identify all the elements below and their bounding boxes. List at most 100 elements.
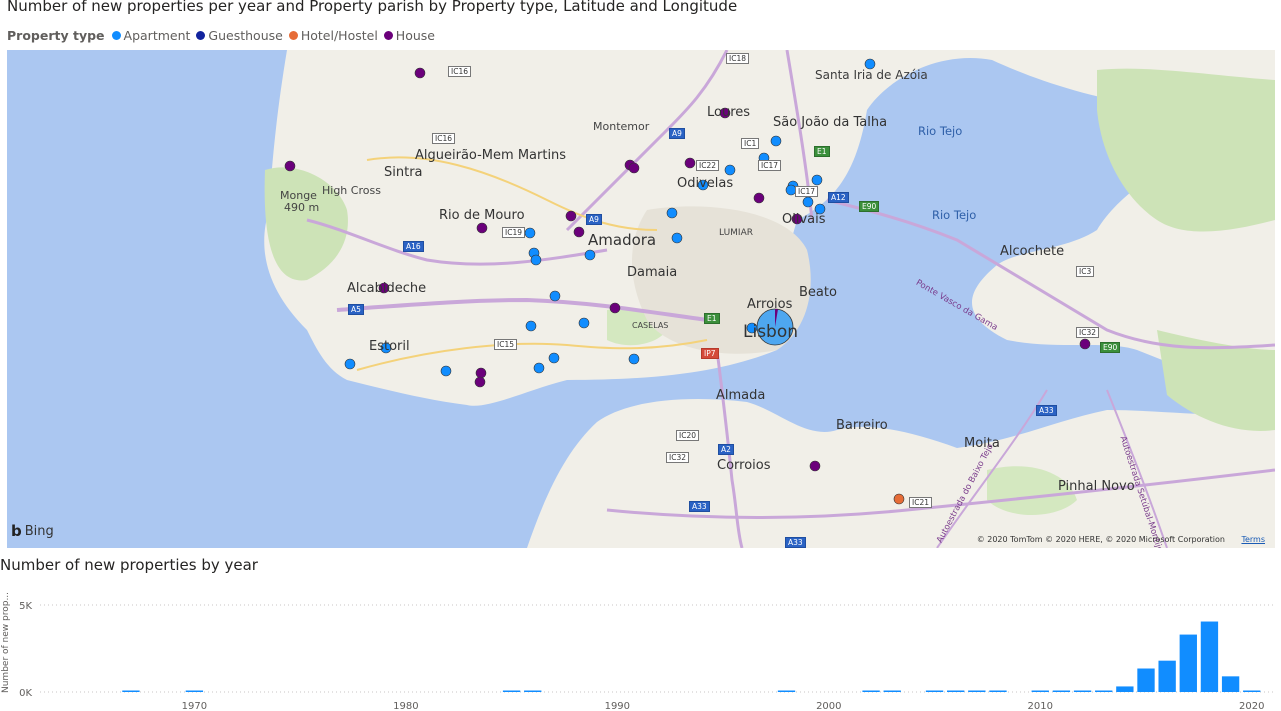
road-shield: A9 bbox=[669, 128, 685, 139]
place-sintra: Sintra bbox=[384, 165, 423, 180]
legend-item-apartment[interactable]: Apartment bbox=[111, 27, 191, 43]
place-corroios: Corroios bbox=[717, 458, 771, 473]
map-attribution: © 2020 TomTom © 2020 HERE, © 2020 Micros… bbox=[976, 535, 1225, 544]
bar-2010[interactable] bbox=[1031, 690, 1049, 693]
bar-2019[interactable] bbox=[1221, 676, 1240, 692]
road-shield: IC1 bbox=[741, 138, 760, 149]
place-barreiro: Barreiro bbox=[836, 418, 888, 433]
bar-1967[interactable] bbox=[122, 690, 140, 693]
road-shield: IC3 bbox=[1076, 266, 1095, 277]
bar-2002[interactable] bbox=[862, 690, 880, 693]
place-caselas: CASELAS bbox=[632, 321, 669, 330]
road-shield: IC15 bbox=[494, 339, 517, 350]
road-shield: IC16 bbox=[432, 133, 455, 144]
place-amadora: Amadora bbox=[588, 231, 657, 249]
place-estoril: Estoril bbox=[369, 339, 410, 354]
x-tick-label: 2000 bbox=[816, 701, 841, 711]
bar-2013[interactable] bbox=[1095, 690, 1113, 693]
road-shield: E1 bbox=[814, 146, 830, 157]
bar-1970[interactable] bbox=[185, 690, 204, 693]
bar-2005[interactable] bbox=[925, 690, 944, 693]
terms-link[interactable]: Terms bbox=[1241, 535, 1265, 544]
bubble bbox=[671, 232, 683, 244]
bar-2006[interactable] bbox=[947, 690, 965, 693]
place-algueirao: Algueirão-Mem Martins bbox=[415, 148, 567, 163]
bubble bbox=[628, 353, 640, 365]
road-shield: A5 bbox=[348, 304, 364, 315]
x-tick-label: 2020 bbox=[1239, 701, 1264, 711]
place-montemor: Montemor bbox=[593, 120, 650, 133]
place-alcochete: Alcochete bbox=[1000, 244, 1065, 259]
road-shield: IC17 bbox=[795, 186, 818, 197]
bar-2012[interactable] bbox=[1073, 690, 1092, 693]
place-high-cross: High Cross bbox=[322, 184, 381, 197]
bubble bbox=[609, 302, 621, 314]
bar-2020[interactable] bbox=[1243, 690, 1261, 693]
bar-2007[interactable] bbox=[968, 690, 986, 693]
place-rio-de-mouro: Rio de Mouro bbox=[439, 208, 525, 223]
bar-1986[interactable] bbox=[524, 690, 542, 693]
bing-logo: b Bing bbox=[11, 522, 54, 540]
bar-2015[interactable] bbox=[1137, 668, 1155, 692]
road-shield: A9 bbox=[586, 214, 602, 225]
bubble bbox=[584, 249, 596, 261]
place-odivelas: Odivelas bbox=[677, 176, 734, 191]
bubble bbox=[809, 460, 821, 472]
x-tick-label: 1980 bbox=[393, 701, 418, 711]
place-olivais: Olivais bbox=[782, 212, 826, 227]
bar-2008[interactable] bbox=[989, 690, 1007, 693]
map-canvas[interactable]: Santa Iria de Azóia Loures São João da T… bbox=[7, 50, 1275, 548]
bar-1998[interactable] bbox=[777, 690, 796, 693]
map-legend: Property type Apartment Guesthouse Hotel… bbox=[7, 27, 441, 43]
bubble bbox=[474, 376, 486, 388]
bar-2018[interactable] bbox=[1200, 621, 1219, 692]
bubble bbox=[724, 164, 736, 176]
legend-item-hotel-hostel[interactable]: Hotel/Hostel bbox=[288, 28, 378, 43]
bar-2016[interactable] bbox=[1158, 660, 1176, 692]
bing-icon: b bbox=[11, 522, 22, 540]
x-tick-label: 1990 bbox=[605, 701, 630, 711]
road-shield: IC16 bbox=[448, 66, 471, 77]
bubble bbox=[578, 317, 590, 329]
legend-label-guesthouse: Guesthouse bbox=[208, 27, 283, 43]
legend-dot-house bbox=[383, 30, 393, 40]
land-south bbox=[527, 399, 1275, 548]
road-shield: IC20 bbox=[676, 430, 699, 441]
bar-chart[interactable]: 0K 5K 1970 1980 1990 2000 2010 2020 Number of n… bbox=[0, 585, 1281, 711]
grid-layer bbox=[40, 604, 1275, 693]
bar-2011[interactable] bbox=[1052, 690, 1071, 693]
bubble bbox=[770, 135, 782, 147]
bubble bbox=[684, 157, 696, 169]
bar-2017[interactable] bbox=[1179, 634, 1197, 692]
place-santa-iria: Santa Iria de Azóia bbox=[815, 68, 928, 82]
bubble bbox=[476, 222, 488, 234]
place-monge-elev: 490 m bbox=[284, 201, 320, 214]
road-shield: IC32 bbox=[666, 452, 689, 463]
bubble bbox=[414, 67, 426, 79]
road-shield: A33 bbox=[689, 501, 710, 512]
road-shield: IC22 bbox=[696, 160, 719, 171]
bubble bbox=[565, 210, 577, 222]
legend-title: Property type bbox=[7, 27, 105, 43]
road-shield: IC18 bbox=[726, 53, 749, 64]
place-almada: Almada bbox=[716, 388, 766, 403]
bar-2003[interactable] bbox=[883, 690, 901, 693]
place-rio-tejo-1: Rio Tejo bbox=[918, 124, 963, 138]
road-shield: A33 bbox=[785, 537, 806, 548]
place-loures: Loures bbox=[707, 105, 751, 120]
legend-label-apartment: Apartment bbox=[123, 27, 191, 43]
legend-item-guesthouse[interactable]: Guesthouse bbox=[196, 27, 283, 43]
bubble bbox=[753, 192, 765, 204]
bar-2014[interactable] bbox=[1116, 686, 1134, 692]
place-beato: Beato bbox=[799, 285, 837, 300]
bar-1985[interactable] bbox=[502, 690, 521, 693]
legend-item-house[interactable]: House bbox=[383, 28, 435, 43]
bubble bbox=[1079, 338, 1091, 350]
bubble bbox=[573, 226, 585, 238]
bubble bbox=[893, 493, 905, 505]
place-rio-tejo-2: Rio Tejo bbox=[932, 208, 977, 222]
bubble bbox=[802, 196, 814, 208]
legend-dot-apartment bbox=[111, 30, 121, 40]
bars-layer bbox=[122, 621, 1261, 693]
bubble bbox=[475, 367, 487, 379]
